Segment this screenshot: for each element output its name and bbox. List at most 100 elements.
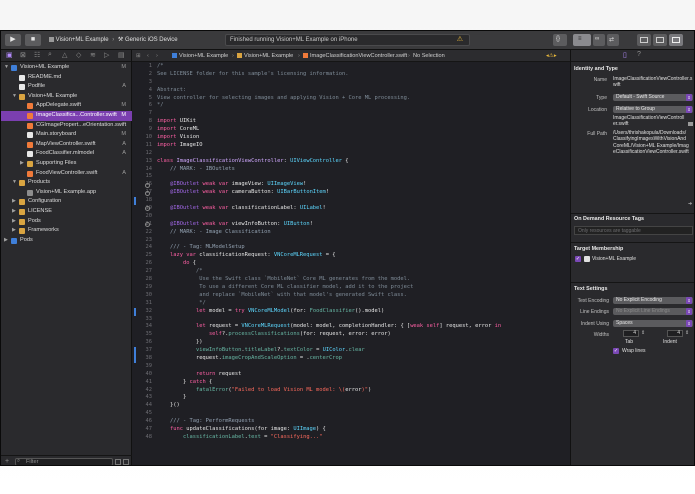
navigator-item[interactable]: ▶ Pods [1, 236, 132, 246]
code-text[interactable]: /* [157, 268, 203, 276]
line-number[interactable]: 20 [132, 213, 153, 221]
issue-icon[interactable]: △ [62, 51, 67, 59]
symbol-icon[interactable]: ☷ [34, 51, 40, 59]
line-number[interactable]: 45 [132, 410, 153, 418]
source-control-icon[interactable]: ⊠ [20, 51, 26, 59]
line-number[interactable]: 5 [132, 95, 152, 103]
code-line[interactable]: 37 viewInfoButton.titleLabel?.textColor … [132, 347, 570, 355]
code-line[interactable]: 45 [132, 410, 570, 418]
add-icon[interactable]: + [5, 458, 9, 465]
line-number[interactable]: 37 [132, 347, 153, 355]
code-text[interactable]: View controller for selecting images and… [157, 95, 410, 103]
code-line[interactable]: 12 [132, 150, 570, 158]
code-text[interactable]: self?.processClassifications(for: reques… [157, 331, 391, 339]
warning-icon[interactable]: ⚠ [457, 35, 463, 45]
code-text[interactable]: let request = VNCoreMLRequest(model: mod… [157, 323, 501, 331]
code-line[interactable]: 20 [132, 213, 570, 221]
code-line[interactable]: 16 @IBOutlet weak var imageView: UIImage… [132, 181, 570, 189]
back-icon[interactable]: ‹ [147, 50, 149, 62]
code-text[interactable]: /* [157, 63, 164, 71]
code-line[interactable]: 39 [132, 363, 570, 371]
code-text[interactable]: */ [157, 300, 206, 308]
disclosure-closed-icon[interactable]: ▶ [4, 236, 8, 246]
navigator-item[interactable]: FoodClassifier.mlmodel A [1, 149, 132, 159]
wrap-lines-checkbox[interactable]: ✓ [613, 348, 619, 354]
tab-width-field[interactable]: 4 [623, 330, 639, 337]
code-line[interactable]: 5 View controller for selecting images an… [132, 95, 570, 103]
destination-name[interactable]: Generic iOS Device [125, 37, 178, 43]
code-line[interactable]: 9 import CoreML [132, 126, 570, 134]
line-number[interactable]: 46 [132, 418, 153, 426]
code-text[interactable]: import Vision [157, 134, 199, 142]
code-line[interactable]: 10 import Vision [132, 134, 570, 142]
disclosure-closed-icon[interactable]: ▶ [12, 226, 16, 236]
code-area[interactable]: 1 /* 2 See LICENSE folder for this sample's… [132, 63, 570, 442]
disclosure-closed-icon[interactable]: ▶ [20, 159, 24, 169]
breadcrumb-selection[interactable]: No Selection [413, 50, 445, 62]
navigator-item[interactable]: ▶ Supporting Files [1, 159, 132, 169]
code-line[interactable]: 36 }) [132, 339, 570, 347]
code-line[interactable]: 40 return request [132, 371, 570, 379]
code-text[interactable]: let model = try VNCoreMLModel(for: FoodC… [157, 308, 384, 316]
code-line[interactable]: 27 /* [132, 268, 570, 276]
line-number[interactable]: 33 [132, 316, 153, 324]
code-text[interactable]: // MARK: - Image Classification [157, 229, 271, 237]
line-number[interactable]: 35 [132, 331, 153, 339]
version-editor-button[interactable]: ⇄ [607, 34, 619, 46]
navigator-item[interactable]: MapViewController.swift A [1, 140, 132, 150]
navigator-item[interactable]: FoodViewController.swift A [1, 169, 132, 179]
help-icon[interactable]: ? [637, 51, 641, 58]
code-text[interactable]: To use a different Core ML classifier mo… [157, 284, 413, 292]
code-text[interactable]: Abstract: [157, 87, 186, 95]
folder-icon[interactable] [688, 122, 693, 126]
line-number[interactable]: 43 [132, 394, 153, 402]
line-number[interactable]: 6 [132, 102, 152, 110]
folder-icon[interactable]: ▣ [6, 51, 13, 59]
code-text[interactable]: lazy var classificationRequest: VNCoreML… [157, 252, 336, 260]
code-line[interactable]: 8 import UIKit [132, 118, 570, 126]
line-number[interactable]: 42 [132, 387, 153, 395]
code-line[interactable]: 26 do { [132, 260, 570, 268]
navigator-item[interactable]: Vision+ML Example.app [1, 188, 132, 198]
line-number[interactable]: 7 [132, 110, 152, 118]
find-icon[interactable]: ⌕ [48, 51, 52, 59]
navigator-item[interactable]: Podfile A [1, 82, 132, 92]
code-line[interactable]: 7 [132, 110, 570, 118]
toggle-inspector-button[interactable] [669, 34, 683, 46]
line-number[interactable]: 10 [132, 134, 153, 142]
recent-files-icon[interactable] [115, 459, 121, 465]
navigator-item[interactable]: ▼ Vision+ML Example M [1, 63, 132, 73]
line-number[interactable]: 41 [132, 379, 153, 387]
code-line[interactable]: 42 fatalError("Failed to load Vision ML … [132, 387, 570, 395]
navigator-item[interactable]: README.md [1, 73, 132, 83]
line-number[interactable]: 14 [132, 166, 153, 174]
navigator-item[interactable]: ▶ LICENSE [1, 207, 132, 217]
toggle-navigator-button[interactable] [637, 34, 651, 46]
navigator-item[interactable]: ▼ Vision+ML Example [1, 92, 132, 102]
filter-field[interactable]: Filter [15, 458, 113, 465]
code-line[interactable]: 47 func updateClassifications(for image:… [132, 426, 570, 434]
code-text[interactable]: }() [157, 402, 180, 410]
navigator-item[interactable]: ▼ Products [1, 178, 132, 188]
scheme-name[interactable]: Vision+ML Example [56, 37, 109, 43]
line-number[interactable]: 24 [132, 244, 153, 252]
code-line[interactable]: 21 @IBOutlet weak var viewInfoButton: UI… [132, 221, 570, 229]
code-line[interactable]: 32 let model = try VNCoreMLModel(for: Fo… [132, 307, 570, 316]
code-line[interactable]: 28 Use the Swift class `MobileNet` Core … [132, 276, 570, 284]
code-line[interactable]: 24 /// - Tag: MLModelSetup [132, 244, 570, 252]
code-text[interactable]: do { [157, 260, 196, 268]
code-text[interactable]: class ImageClassificationViewController:… [157, 158, 349, 166]
code-text[interactable]: import UIKit [157, 118, 196, 126]
navigator-item[interactable]: ImageClassifica...Controller.swift M [1, 110, 132, 121]
line-number[interactable]: 44 [132, 402, 153, 410]
code-text[interactable]: See LICENSE folder for this sample's lic… [157, 71, 348, 79]
line-number[interactable]: 34 [132, 323, 153, 331]
code-text[interactable]: return request [157, 371, 241, 379]
forward-icon[interactable]: › [156, 50, 158, 62]
code-text[interactable]: fatalError("Failed to load Vision ML mod… [157, 387, 371, 395]
line-number[interactable]: 15 [132, 173, 153, 181]
code-text[interactable]: @IBOutlet weak var cameraButton: UIBarBu… [157, 189, 329, 197]
code-text[interactable]: import ImageIO [157, 142, 202, 150]
code-text[interactable]: @IBOutlet weak var classificationLabel: … [157, 205, 326, 213]
indent-width-field[interactable]: 4 [667, 330, 683, 337]
